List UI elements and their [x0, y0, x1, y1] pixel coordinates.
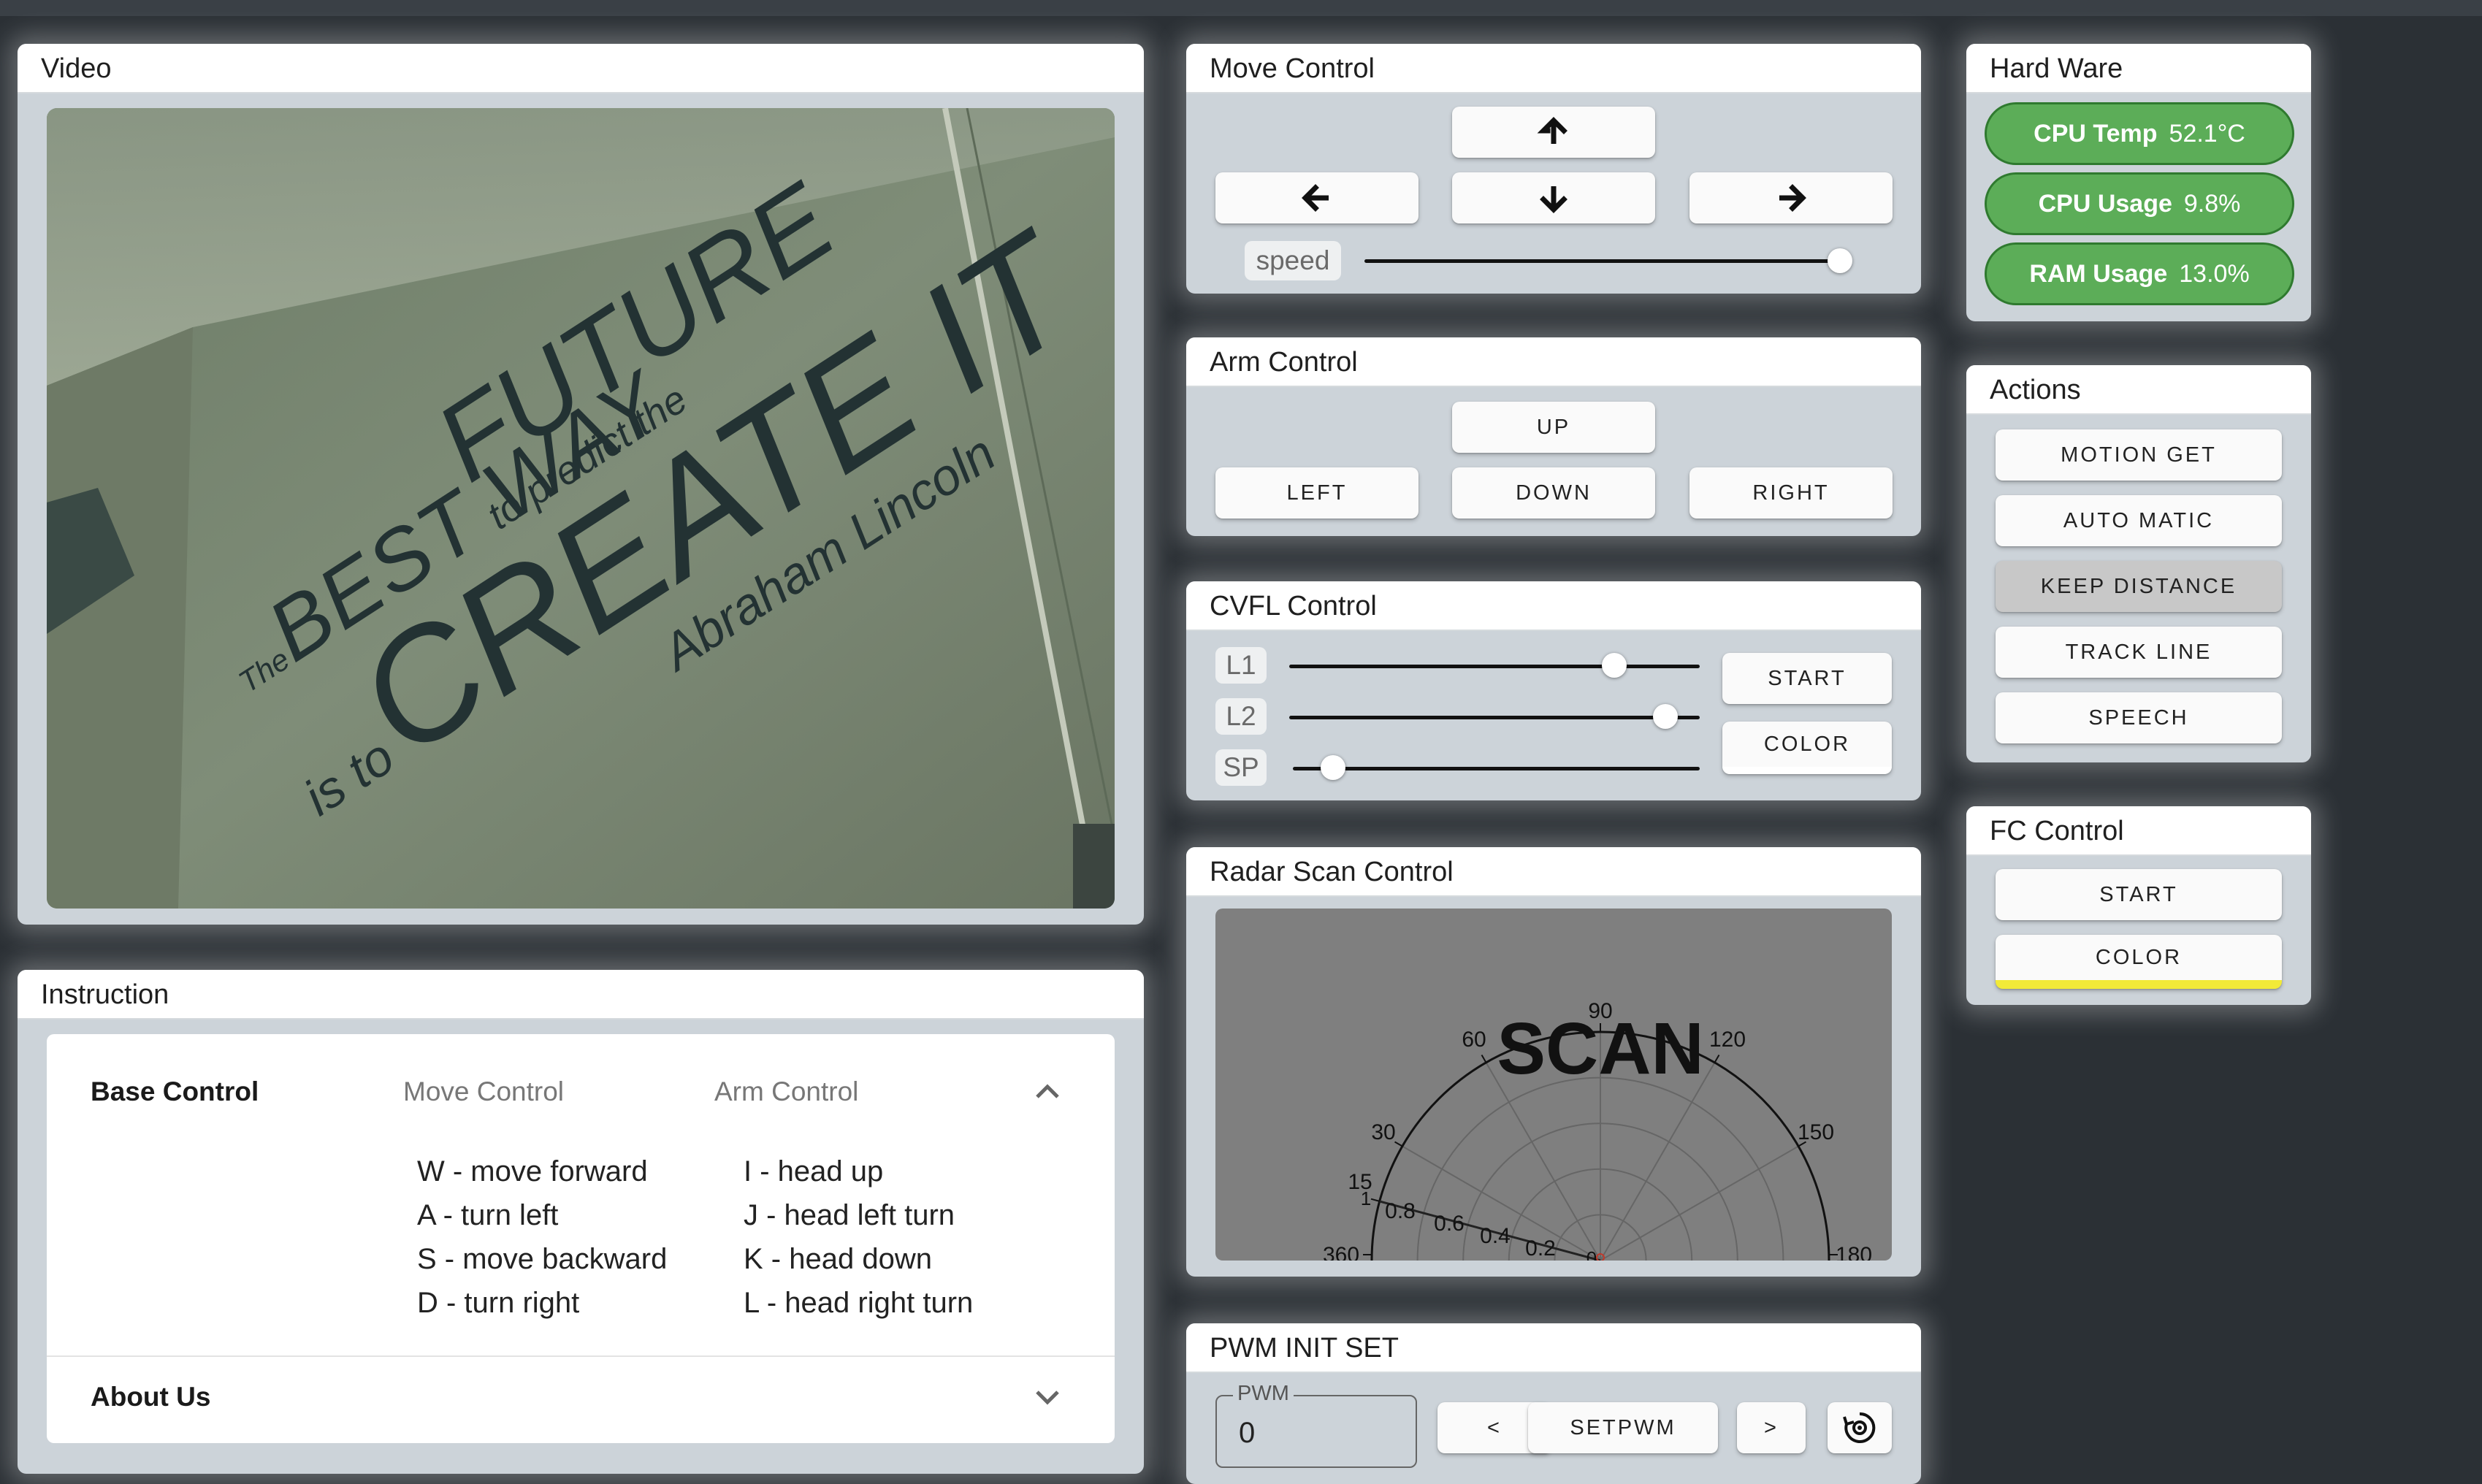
hardware-title: Hard Ware — [1966, 44, 2311, 93]
about-us-header[interactable]: About Us — [91, 1382, 210, 1412]
arm-up-button[interactable]: UP — [1452, 402, 1655, 453]
chevron-down-icon[interactable] — [1033, 1388, 1062, 1413]
l2-label: L2 — [1215, 698, 1267, 735]
arrow-left-icon — [1302, 184, 1329, 212]
l2-slider-thumb[interactable] — [1653, 704, 1678, 729]
radar-angle-60: 60 — [1462, 1028, 1486, 1052]
radar-angle-150: 150 — [1798, 1120, 1834, 1144]
ram-usage-value: 13.0% — [2179, 259, 2250, 288]
move-left-button[interactable] — [1215, 172, 1418, 223]
fc-control-title: FC Control — [1966, 806, 2311, 856]
cpu-temp-label: CPU Temp — [2034, 119, 2158, 148]
video-card-title: Video — [18, 44, 1144, 93]
video-card: Video The BEST WAY to predict the FUTURE… — [18, 44, 1144, 925]
track-line-button[interactable]: TRACK LINE — [1996, 627, 2282, 678]
pwm-field-value: 0 — [1239, 1417, 1256, 1449]
settings-reset-icon — [1843, 1412, 1876, 1443]
move-instruction-3: S - move backward — [417, 1243, 668, 1275]
top-bar — [0, 0, 2482, 16]
move-instruction-1: W - move forward — [417, 1155, 648, 1187]
radar-radius-0-8: 0.8 — [1385, 1199, 1416, 1223]
actions-title: Actions — [1966, 365, 2311, 415]
cpu-temp-value: 52.1°C — [2169, 119, 2245, 148]
cpu-usage-value: 9.8% — [2183, 189, 2241, 218]
radar-angle-30: 30 — [1371, 1120, 1395, 1144]
arm-left-button[interactable]: LEFT — [1215, 467, 1418, 519]
radar-radius-0-2: 0.2 — [1525, 1236, 1556, 1261]
arrow-down-icon — [1540, 186, 1568, 213]
pwm-set-button[interactable]: SETPWM — [1528, 1402, 1718, 1453]
pwm-init-title: PWM INIT SET — [1186, 1323, 1921, 1373]
pwm-next-button[interactable]: > — [1737, 1402, 1806, 1453]
arrow-right-icon — [1779, 184, 1806, 212]
arm-instruction-1: I - head up — [744, 1155, 884, 1187]
arm-instruction-2: J - head left turn — [744, 1199, 955, 1231]
cpu-usage-badge: CPU Usage 9.8% — [1985, 172, 2294, 235]
arm-down-button[interactable]: DOWN — [1452, 467, 1655, 519]
radar-scan-title: Radar Scan Control — [1186, 847, 1921, 897]
cvfl-start-button[interactable]: START — [1722, 653, 1892, 704]
instruction-card-title: Instruction — [18, 970, 1144, 1020]
arm-control-title: Arm Control — [1186, 337, 1921, 387]
tab-arm-control[interactable]: Arm Control — [714, 1076, 858, 1107]
move-right-button[interactable] — [1689, 172, 1893, 223]
chevron-up-icon[interactable] — [1033, 1079, 1062, 1105]
video-feed: The BEST WAY to predict the FUTURE is to… — [47, 108, 1115, 909]
motion-get-button[interactable]: MOTION GET — [1996, 429, 2282, 481]
cpu-usage-label: CPU Usage — [2038, 189, 2172, 218]
l1-slider-track[interactable] — [1289, 665, 1700, 668]
radar-angle-120: 120 — [1709, 1028, 1746, 1052]
radar-radius-0-4: 0.4 — [1480, 1224, 1511, 1248]
pwm-input-field[interactable]: PWM 0 — [1215, 1382, 1417, 1468]
radar-angle-360: 360 — [1323, 1243, 1359, 1261]
sp-slider-thumb[interactable] — [1321, 755, 1345, 780]
cvfl-control-title: CVFL Control — [1186, 581, 1921, 631]
arm-instruction-4: L - head right turn — [744, 1287, 974, 1319]
ram-usage-badge: RAM Usage 13.0% — [1985, 242, 2294, 305]
radar-radius-1: 1 — [1361, 1187, 1371, 1209]
move-up-button[interactable] — [1452, 107, 1655, 158]
radar-display[interactable]: SCAN 90 60 120 30 150 15 360 180 1 0.8 0… — [1215, 909, 1892, 1261]
l1-slider-thumb[interactable] — [1602, 653, 1627, 678]
radar-radius-0: 0 — [1586, 1247, 1597, 1261]
sp-slider-track[interactable] — [1293, 767, 1700, 770]
radar-angle-180: 180 — [1836, 1243, 1872, 1261]
speed-slider-thumb[interactable] — [1828, 248, 1852, 273]
auto-matic-button[interactable]: AUTO MATIC — [1996, 495, 2282, 546]
fc-start-button[interactable]: START — [1996, 869, 2282, 920]
pwm-field-label: PWM — [1233, 1382, 1294, 1406]
keep-distance-button[interactable]: KEEP DISTANCE — [1996, 561, 2282, 612]
accordion-divider — [47, 1355, 1115, 1357]
ram-usage-label: RAM Usage — [2029, 259, 2168, 288]
arm-right-button[interactable]: RIGHT — [1689, 467, 1893, 519]
radar-angle-90: 90 — [1588, 999, 1612, 1023]
speed-slider-track[interactable] — [1364, 259, 1839, 263]
video-frame: The BEST WAY to predict the FUTURE is to… — [47, 108, 1115, 909]
l1-label: L1 — [1215, 647, 1267, 684]
cpu-temp-badge: CPU Temp 52.1°C — [1985, 102, 2294, 165]
move-instruction-4: D - turn right — [417, 1287, 580, 1319]
arm-instruction-3: K - head down — [744, 1243, 932, 1275]
arrow-up-icon — [1537, 117, 1568, 144]
fc-color-button[interactable]: COLOR — [1996, 935, 2282, 989]
radar-radius-0-6: 0.6 — [1434, 1212, 1465, 1236]
tab-base-control[interactable]: Base Control — [91, 1076, 259, 1107]
cvfl-color-button[interactable]: COLOR — [1722, 722, 1892, 774]
move-instruction-2: A - turn left — [417, 1199, 559, 1231]
speech-button[interactable]: SPEECH — [1996, 692, 2282, 743]
speed-label: speed — [1245, 241, 1341, 280]
move-down-button[interactable] — [1452, 172, 1655, 223]
move-control-title: Move Control — [1186, 44, 1921, 93]
tab-move-control[interactable]: Move Control — [403, 1076, 564, 1107]
pwm-reset-button[interactable] — [1828, 1402, 1892, 1453]
radar-polar-plot: SCAN 90 60 120 30 150 15 360 180 1 0.8 0… — [1323, 999, 1872, 1261]
sp-label: SP — [1215, 749, 1267, 786]
l2-slider-track[interactable] — [1289, 716, 1700, 719]
